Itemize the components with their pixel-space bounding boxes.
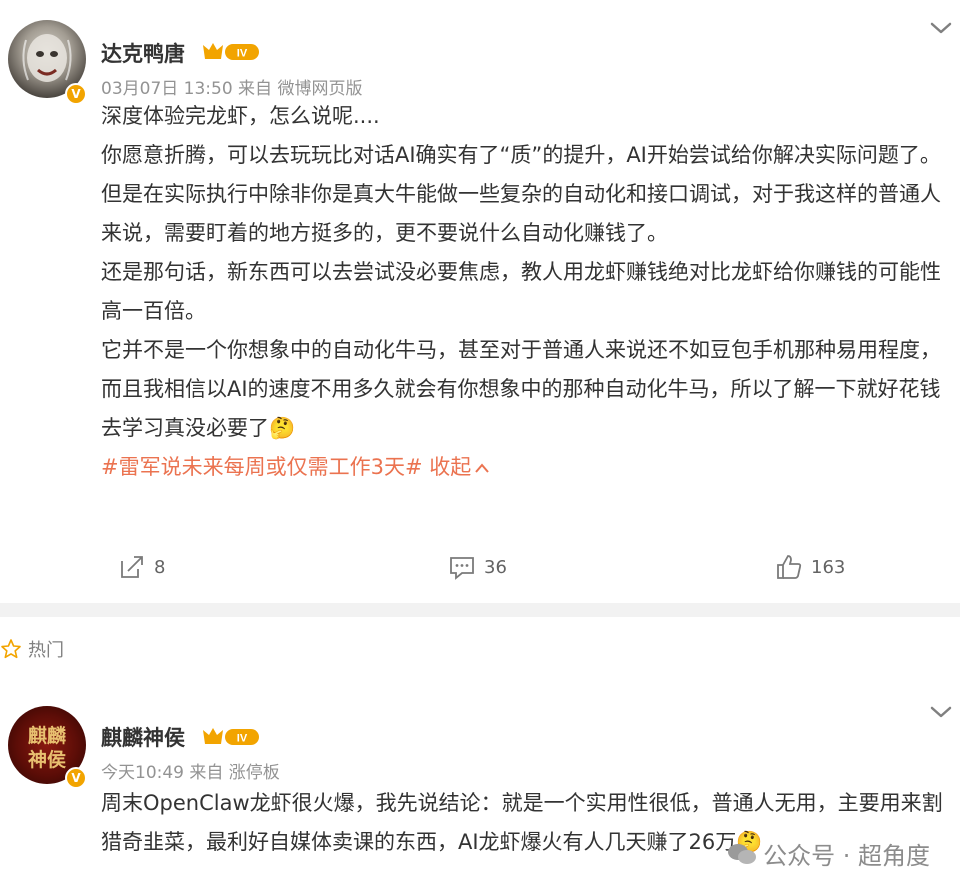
repost-button[interactable]: 8 [118, 553, 165, 581]
repost-icon [121, 556, 143, 578]
paragraph-text: 它并不是一个你想象中的自动化牛马，甚至对于普通人来说还不如豆包手机那种易用程度，… [101, 338, 941, 440]
level-badge-icon: IV [203, 728, 259, 745]
post-meta: 今天10:49 来自 涨停板 [101, 763, 280, 783]
section-divider [0, 603, 960, 617]
verified-badge-icon: V [65, 767, 87, 789]
hot-label: 热门 [28, 640, 64, 661]
comment-icon [450, 557, 474, 580]
chevron-up-icon [475, 463, 490, 473]
paragraph: 深度体验完龙虾，怎么说呢.... [101, 104, 380, 128]
repost-count: 8 [154, 556, 166, 578]
chevron-down-icon[interactable] [928, 702, 954, 722]
paragraph: 还是那句话，新东西可以去尝试没必要焦虑，教人用龙虾赚钱绝对比龙虾给你赚钱的可能性… [101, 260, 941, 323]
like-button[interactable]: 163 [775, 553, 845, 581]
wechat-icon [728, 843, 757, 864]
svg-text:神侯: 神侯 [28, 748, 66, 771]
comment-count: 36 [484, 556, 507, 578]
watermark-label: 公众号 · 超角度 [763, 842, 930, 870]
svg-text:IV: IV [237, 48, 248, 60]
like-count: 163 [811, 556, 846, 578]
thinking-emoji-icon: 🤔 [269, 416, 296, 440]
svg-text:麒麟: 麒麟 [28, 724, 67, 747]
watermark: 公众号 · 超角度 [727, 836, 930, 871]
username[interactable]: 麒麟神侯 [101, 722, 185, 752]
paragraph: 但是在实际执行中除非你是真大牛能做一些复杂的自动化和接口调试，对于我这样的普通人… [101, 182, 941, 245]
hashtag-link[interactable]: #雷军说未来每周或仅需工作3天# [101, 455, 423, 479]
hashtag-line: #雷军说未来每周或仅需工作3天# 收起 [101, 448, 946, 487]
verified-badge-icon: V [65, 83, 87, 105]
comment-button[interactable]: 36 [448, 553, 507, 581]
paragraph: 你愿意折腾，可以去玩玩比对话AI确实有了“质”的提升，AI开始尝试给你解决实际问… [101, 143, 941, 167]
level-badge-icon: IV [203, 43, 259, 60]
thumbs-up-icon [777, 555, 802, 579]
post-actions: 8 36 163 [0, 553, 960, 593]
collapse-label: 收起 [429, 455, 472, 479]
post-meta: 03月07日 13:50 来自 微博网页版 [101, 79, 363, 99]
paragraph: 它并不是一个你想象中的自动化牛马，甚至对于普通人来说还不如豆包手机那种易用程度，… [101, 331, 946, 448]
post-body: 深度体验完龙虾，怎么说呢.... 你愿意折腾，可以去玩玩比对话AI确实有了“质”… [101, 97, 946, 487]
star-icon [1, 639, 21, 659]
username[interactable]: 达克鸭唐 [101, 38, 185, 68]
hot-section-label: 热门 [0, 636, 64, 662]
collapse-button[interactable]: 收起 [429, 455, 490, 479]
svg-text:IV: IV [237, 733, 248, 745]
chevron-down-icon[interactable] [928, 18, 954, 38]
